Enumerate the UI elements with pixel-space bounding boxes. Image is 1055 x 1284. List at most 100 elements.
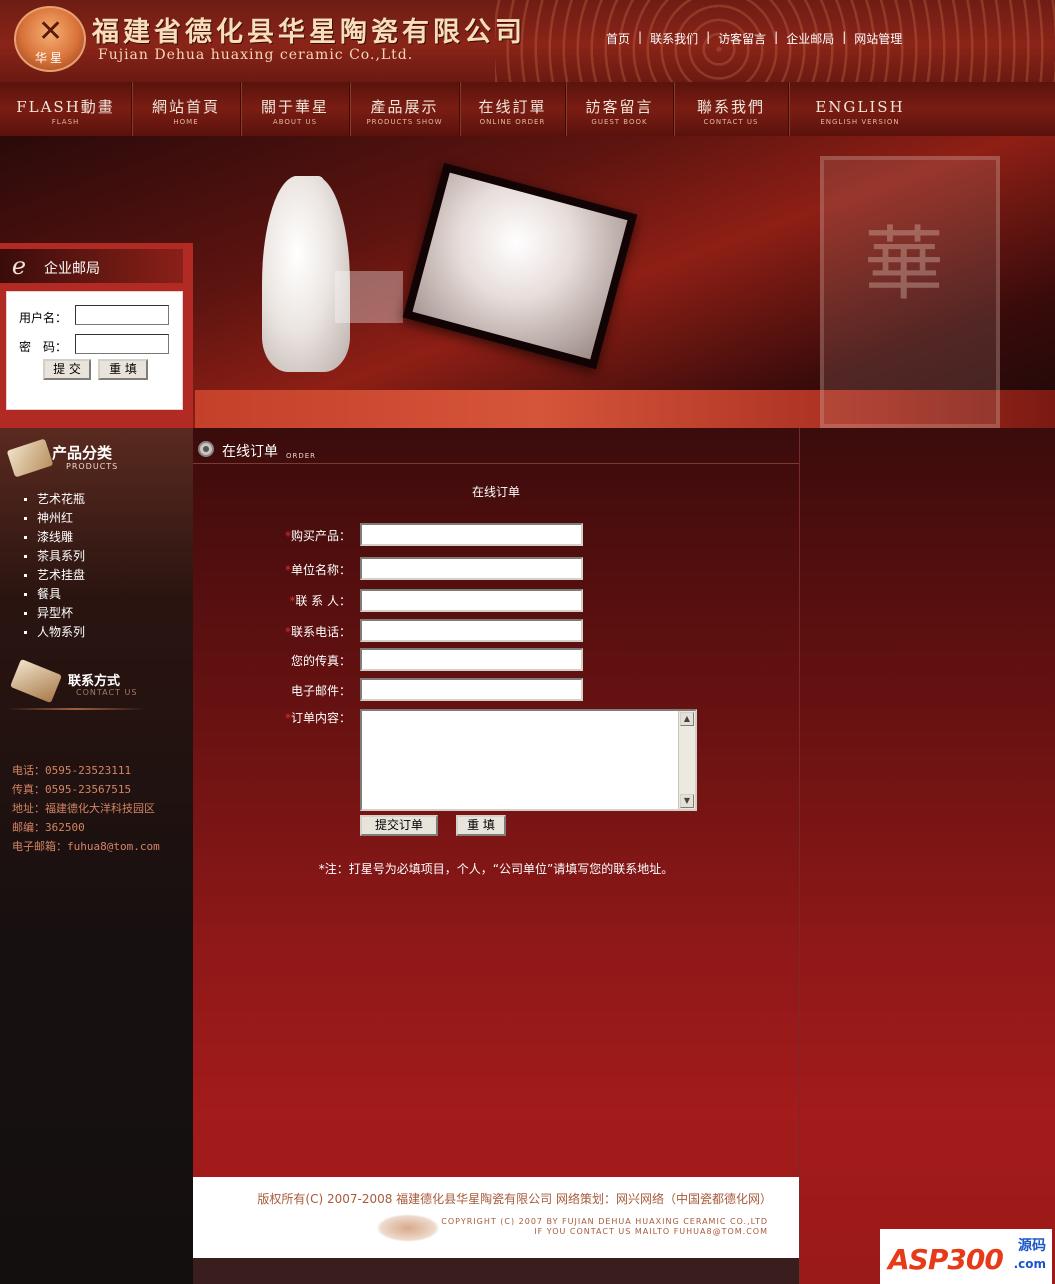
- bottom-strip: [193, 1258, 799, 1284]
- category-label: 人物系列: [37, 625, 86, 639]
- mail-submit-button[interactable]: 提 交: [43, 359, 91, 380]
- contact-person-input[interactable]: [360, 589, 583, 612]
- copyright-en: COPYRIGHT (C) 2007 BY FUJIAN DEHUA HUAXI…: [441, 1217, 768, 1226]
- contact-subtitle: CONTACT US: [76, 688, 138, 697]
- company-logo[interactable]: ✕ 华星: [14, 6, 86, 72]
- field-label-email: 电子邮件：: [290, 684, 351, 698]
- scroll-up-icon[interactable]: ▲: [680, 712, 694, 726]
- top-link-separator: |: [638, 30, 643, 44]
- field-label-company: *单位名称：: [284, 563, 351, 577]
- password-input[interactable]: [75, 334, 169, 354]
- products-subtitle: PRODUCTS: [66, 462, 119, 471]
- bullet-icon: [24, 574, 27, 577]
- scrollbar[interactable]: ▲ ▼: [678, 711, 695, 809]
- nav-label: 在线訂單: [478, 98, 547, 116]
- category-label: 神州红: [37, 511, 74, 525]
- top-link-admin[interactable]: 网站管理: [854, 30, 902, 47]
- asp300-watermark: ASP300 源码 .com: [880, 1229, 1052, 1284]
- field-label-content: *订单内容：: [284, 711, 351, 725]
- site-header: ✕ 华星 福建省德化县华星陶瓷有限公司 Fujian Dehua huaxing…: [0, 0, 1055, 82]
- category-item[interactable]: 异型杯: [24, 604, 85, 623]
- nav-sublabel: ONLINE ORDER: [479, 118, 546, 126]
- contact-address: 地址：福建德化大洋科技园区: [12, 802, 155, 815]
- bullet-icon: [24, 612, 27, 615]
- nav-item-english[interactable]: ENGLISH ENGLISH VERSION: [789, 82, 931, 136]
- top-links: 首页 | 联系我们 | 访客留言 | 企业邮局 | 网站管理: [606, 30, 902, 47]
- category-item[interactable]: 艺术挂盘: [24, 566, 85, 585]
- top-link-guestbook[interactable]: 访客留言: [718, 30, 766, 47]
- company-name-en: Fujian Dehua huaxing ceramic Co.,Ltd.: [98, 47, 414, 63]
- category-item[interactable]: 人物系列: [24, 623, 85, 642]
- contact-email: 电子邮箱：fuhua8@tom.com: [12, 840, 160, 853]
- field-label-phone: *联系电话：: [284, 625, 351, 639]
- category-label: 艺术花瓶: [37, 492, 86, 506]
- scroll-down-icon[interactable]: ▼: [680, 794, 694, 808]
- phone-input[interactable]: [360, 619, 583, 642]
- nav-item-contact[interactable]: 聯系我們 CONTACT US: [674, 82, 789, 136]
- bullet-icon: [24, 631, 27, 634]
- top-link-contact[interactable]: 联系我们: [650, 30, 698, 47]
- order-content-textarea[interactable]: ▲ ▼: [360, 709, 697, 811]
- category-item[interactable]: 餐具: [24, 585, 85, 604]
- company-input[interactable]: [360, 557, 583, 580]
- copyright-cn: 版权所有(C) 2007-2008 福建德化县华星陶瓷有限公司 网络策划：网兴网…: [257, 1192, 772, 1206]
- nav-label: FLASH動畫: [16, 98, 115, 116]
- dragon-photo: [402, 162, 638, 370]
- bullet-icon: [24, 498, 27, 501]
- product-input[interactable]: [360, 523, 583, 546]
- nav-sublabel: CONTACT US: [703, 118, 759, 126]
- category-label: 异型杯: [37, 606, 74, 620]
- company-name-cn: 福建省德化县华星陶瓷有限公司: [92, 17, 526, 48]
- category-item[interactable]: 神州红: [24, 509, 85, 528]
- category-item[interactable]: 艺术花瓶: [24, 490, 85, 509]
- top-link-home[interactable]: 首页: [606, 30, 630, 47]
- fax-input[interactable]: [360, 648, 583, 671]
- category-item[interactable]: 漆线雕: [24, 528, 85, 547]
- nav-label: 網站首頁: [151, 98, 220, 116]
- password-label: 密 码：: [19, 340, 68, 354]
- nav-sublabel: FLASH: [51, 118, 80, 126]
- contact-info: 电话：0595-23523111 传真：0595-23567515 地址：福建德…: [12, 761, 160, 856]
- nav-item-about[interactable]: 關于華星 ABOUT US: [241, 82, 350, 136]
- nav-item-flash[interactable]: FLASH動畫 FLASH: [0, 82, 132, 136]
- contact-mail-en[interactable]: IF YOU CONTACT US MAILTO FUHUA8@TOM.COM: [534, 1227, 768, 1236]
- top-link-separator: |: [706, 30, 711, 44]
- nav-sublabel: ENGLISH VERSION: [820, 118, 900, 126]
- logo-caption: 华星: [34, 51, 65, 65]
- footer-ornament-icon: [376, 1214, 440, 1242]
- email-input[interactable]: [360, 678, 583, 701]
- field-label-contact-person: *联 系 人：: [289, 594, 351, 608]
- nav-item-products[interactable]: 產品展示 PRODUCTS SHOW: [350, 82, 460, 136]
- left-sidebar: 产品分类 PRODUCTS 艺术花瓶 神州红 漆线雕 茶具系列 艺术挂盘 餐具 …: [0, 428, 193, 1284]
- nav-sublabel: HOME: [173, 118, 199, 126]
- field-label-product: *购买产品：: [284, 529, 351, 543]
- required-note: *注：打星号为必填项目，个人，“公司单位”请填写您的联系地址。: [318, 862, 674, 876]
- contact-title: 联系方式: [68, 674, 121, 689]
- nav-item-order[interactable]: 在线訂單 ONLINE ORDER: [460, 82, 566, 136]
- footer: 版权所有(C) 2007-2008 福建德化县华星陶瓷有限公司 网络策划：网兴网…: [193, 1177, 799, 1258]
- products-header: 产品分类 PRODUCTS: [6, 434, 186, 478]
- username-input[interactable]: [75, 305, 169, 325]
- seal-glyph-icon: 華: [864, 218, 944, 311]
- top-link-separator: |: [842, 30, 847, 44]
- watermark-domain: .com: [1013, 1257, 1046, 1271]
- nav-item-guestbook[interactable]: 訪客留言 GUEST BOOK: [566, 82, 674, 136]
- bullet-icon: [24, 593, 27, 596]
- category-item[interactable]: 茶具系列: [24, 547, 85, 566]
- main-nav: FLASH動畫 FLASH 網站首頁 HOME 關于華星 ABOUT US 產品…: [0, 82, 1055, 136]
- mail-reset-button[interactable]: 重 填: [98, 359, 148, 380]
- nav-item-home[interactable]: 網站首頁 HOME: [132, 82, 241, 136]
- contact-header: 联系方式 CONTACT US: [6, 654, 186, 714]
- reset-order-button[interactable]: 重 填: [456, 815, 506, 836]
- contact-phone: 电话：0595-23523111: [12, 764, 132, 777]
- category-label: 餐具: [37, 587, 62, 601]
- watermark-logo: ASP300: [888, 1243, 1004, 1276]
- top-link-mail[interactable]: 企业邮局: [786, 30, 834, 47]
- e-mail-icon: e: [11, 252, 27, 280]
- nav-label: 訪客留言: [585, 98, 654, 116]
- nav-label: 產品展示: [370, 98, 439, 116]
- product-category-list: 艺术花瓶 神州红 漆线雕 茶具系列 艺术挂盘 餐具 异型杯 人物系列: [24, 490, 85, 642]
- mail-login-header: e 企业邮局: [0, 249, 183, 283]
- submit-order-button[interactable]: 提交订单: [360, 815, 438, 836]
- mail-login-panel: e 企业邮局 用户名： 密 码： 提 交 重 填: [0, 243, 193, 428]
